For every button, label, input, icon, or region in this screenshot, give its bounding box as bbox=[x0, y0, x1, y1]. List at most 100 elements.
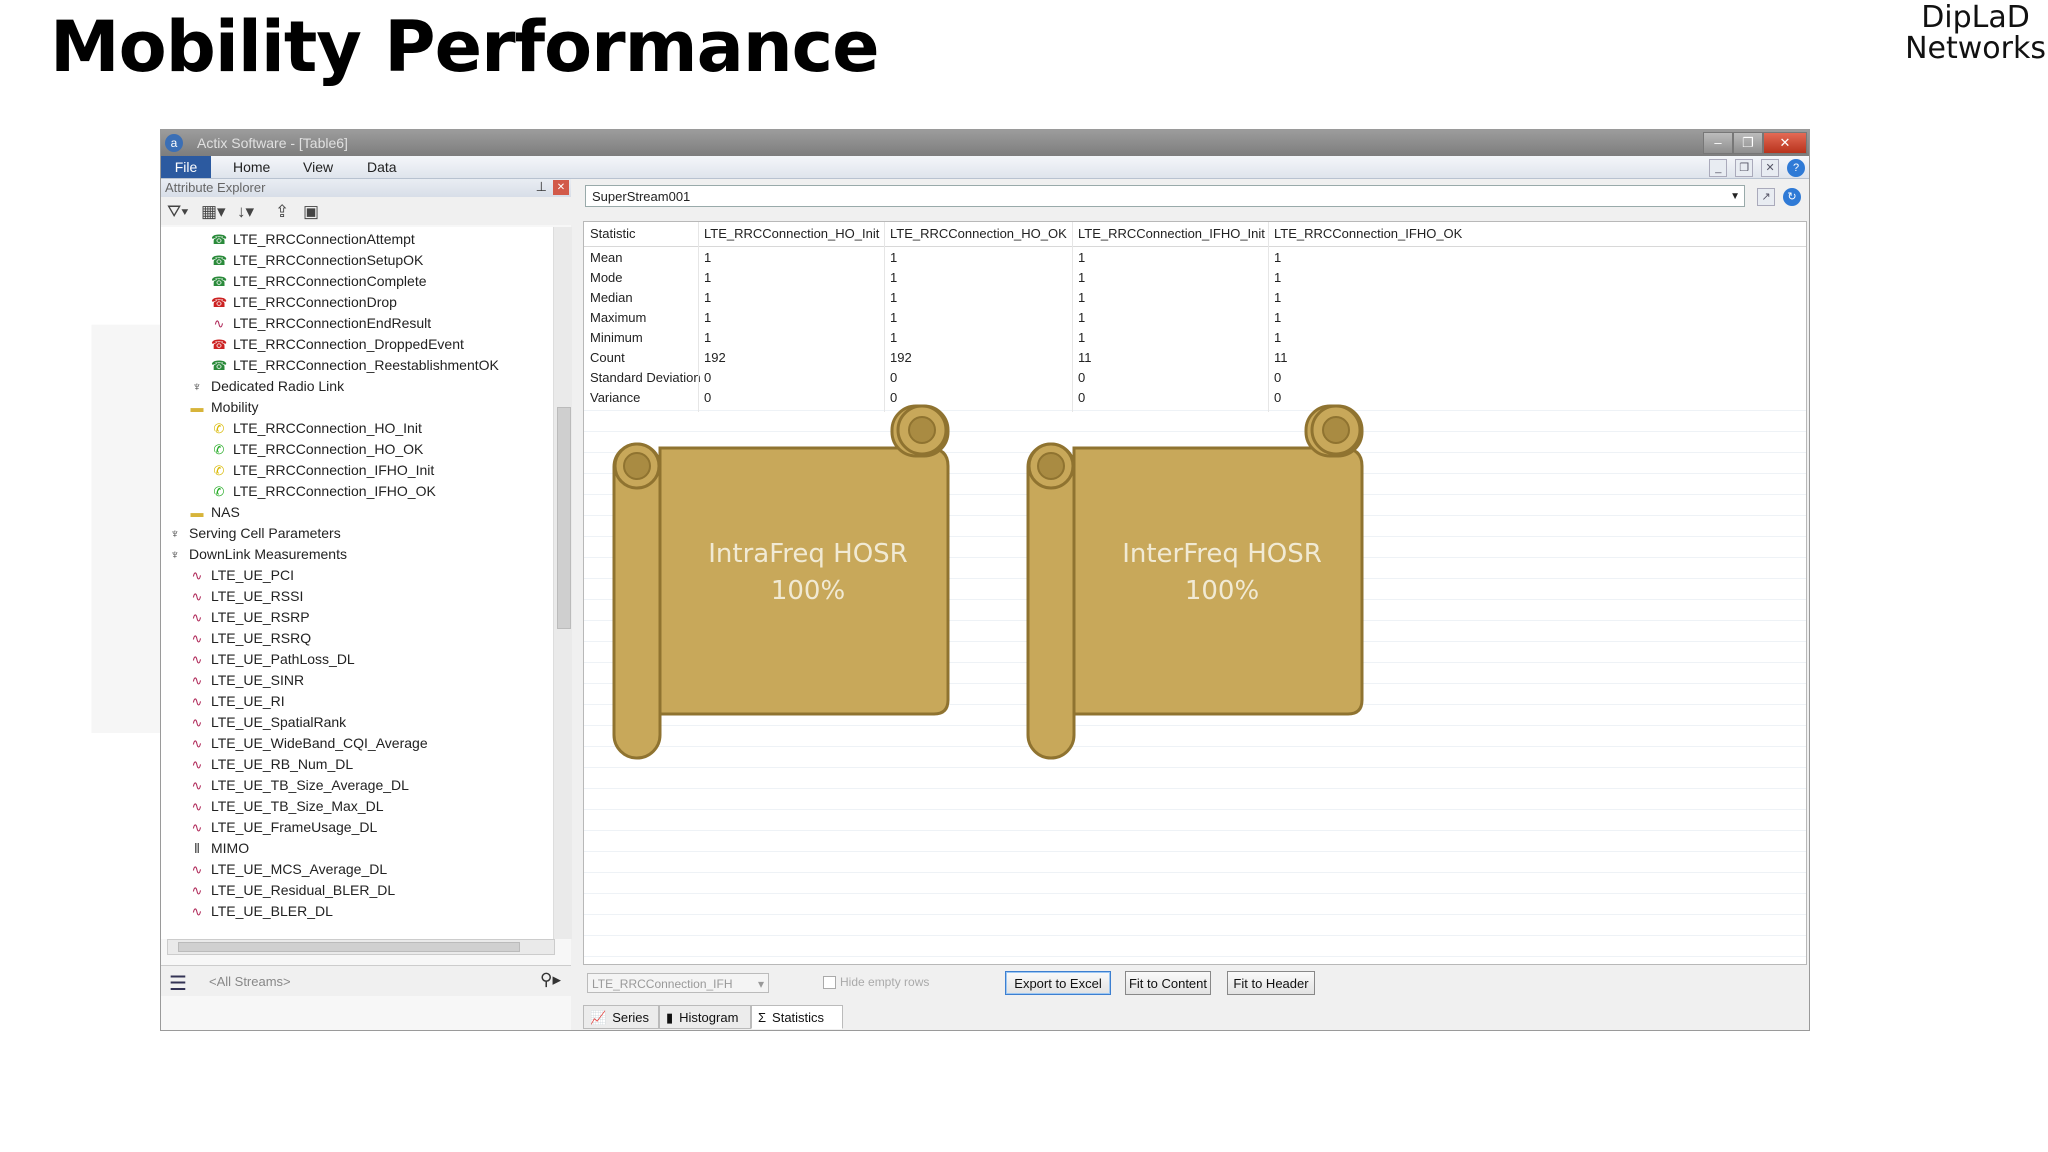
search-icon[interactable]: ⚲▸ bbox=[540, 970, 561, 990]
stream-filter-input[interactable]: <All Streams> bbox=[209, 974, 291, 989]
tree-item-label: LTE_RRCConnectionEndResult bbox=[233, 315, 432, 331]
restore-button[interactable]: ❐ bbox=[1733, 132, 1763, 154]
brand-line-2: Networks bbox=[1905, 31, 2046, 66]
tab-statistics[interactable]: Σ Statistics bbox=[751, 1005, 843, 1029]
hide-empty-rows-checkbox[interactable]: Hide empty rows bbox=[823, 975, 929, 990]
sort-down-icon[interactable]: ↓▾ bbox=[237, 202, 254, 222]
callout-text: InterFreq HOSR 100% bbox=[1082, 536, 1362, 610]
tree-item[interactable]: ∿ LTE_UE_SpatialRank bbox=[189, 712, 347, 733]
table-row[interactable]: Standard Deviation 0 0 0 0 bbox=[584, 367, 1806, 388]
list-menu-icon[interactable]: ☰ bbox=[169, 971, 187, 996]
panel-close-icon[interactable]: ✕ bbox=[553, 180, 569, 195]
tree-item[interactable]: ♆ Dedicated Radio Link bbox=[189, 376, 344, 397]
scrollbar-thumb[interactable] bbox=[557, 407, 571, 629]
tree-item[interactable]: ☎ LTE_RRCConnectionAttempt bbox=[211, 229, 415, 250]
tree-item[interactable]: ∿ LTE_UE_TB_Size_Average_DL bbox=[189, 775, 409, 796]
tree-item[interactable]: ☎ LTE_RRCConnectionComplete bbox=[211, 271, 427, 292]
tree-item-label: LTE_RRCConnection_HO_OK bbox=[233, 441, 424, 457]
column-header[interactable]: LTE_RRCConnection_IFHO_OK bbox=[1274, 222, 1462, 246]
tree-item[interactable]: ☎ LTE_RRCConnection_DroppedEvent bbox=[211, 334, 464, 355]
tree-item[interactable]: ✆ LTE_RRCConnection_IFHO_Init bbox=[211, 460, 435, 481]
table-row[interactable]: Median 1 1 1 1 bbox=[584, 287, 1806, 308]
table-row[interactable]: Maximum 1 1 1 1 bbox=[584, 307, 1806, 328]
phone-yellow-icon: ✆ bbox=[213, 463, 225, 478]
fit-to-header-button[interactable]: Fit to Header bbox=[1227, 971, 1315, 995]
tree-item[interactable]: ∿ LTE_UE_TB_Size_Max_DL bbox=[189, 796, 384, 817]
minimize-button[interactable]: – bbox=[1703, 132, 1733, 154]
tree-item[interactable]: ∿ LTE_UE_RI bbox=[189, 691, 285, 712]
tree-item[interactable]: ∿ LTE_UE_RB_Num_DL bbox=[189, 754, 354, 775]
column-header[interactable]: LTE_RRCConnection_IFHO_Init bbox=[1078, 222, 1265, 246]
tree-item[interactable]: ∿ LTE_UE_SINR bbox=[189, 670, 305, 691]
menu-data[interactable]: Data bbox=[367, 159, 397, 175]
tree-horizontal-scrollbar[interactable] bbox=[167, 939, 555, 955]
pin-icon[interactable]: ⊥ bbox=[536, 179, 547, 195]
refresh-icon[interactable]: ↻ bbox=[1783, 188, 1801, 206]
table-row[interactable]: Minimum 1 1 1 1 bbox=[584, 327, 1806, 348]
tree-item[interactable]: ∿ LTE_UE_BLER_DL bbox=[189, 901, 333, 922]
tree-item-label: LTE_UE_PCI bbox=[211, 567, 294, 583]
sigma-icon: Σ bbox=[758, 1010, 767, 1025]
row-label: Count bbox=[590, 350, 625, 365]
scrollbar-thumb[interactable] bbox=[178, 942, 520, 952]
tree-item[interactable]: ▬ NAS bbox=[189, 502, 240, 523]
tree-item[interactable]: ✆ LTE_RRCConnection_IFHO_OK bbox=[211, 481, 436, 502]
tree-item[interactable]: ✆ LTE_RRCConnection_HO_Init bbox=[211, 418, 422, 439]
menu-file[interactable]: File bbox=[161, 156, 211, 178]
column-header[interactable]: Statistic bbox=[590, 222, 636, 246]
row-label: Mode bbox=[590, 270, 623, 285]
row-label: Mean bbox=[590, 250, 623, 265]
tree-item[interactable]: ∿ LTE_UE_RSRP bbox=[189, 607, 310, 628]
tree-item[interactable]: ∿ LTE_UE_RSRQ bbox=[189, 628, 312, 649]
column-header[interactable]: LTE_RRCConnection_HO_OK bbox=[890, 222, 1067, 246]
column-select-value: LTE_RRCConnection_IFH bbox=[592, 977, 733, 991]
tree-item[interactable]: ☎ LTE_RRCConnection_ReestablishmentOK bbox=[211, 355, 499, 376]
stream-select[interactable]: SuperStream001 ▼ bbox=[585, 185, 1745, 207]
filter-icon[interactable]: ⛛▾ bbox=[167, 202, 188, 222]
tree-item[interactable]: ♆ DownLink Measurements bbox=[167, 544, 347, 565]
table-row[interactable]: Mode 1 1 1 1 bbox=[584, 267, 1806, 288]
tree-item[interactable]: ▬ Mobility bbox=[189, 397, 259, 418]
mdi-minimize-icon[interactable]: _ bbox=[1709, 159, 1728, 177]
waveform-icon: ∿ bbox=[191, 778, 203, 793]
mdi-close-icon[interactable]: ✕ bbox=[1761, 159, 1780, 177]
fit-to-content-button[interactable]: Fit to Content bbox=[1125, 971, 1211, 995]
tree-item[interactable]: ∿ LTE_UE_Residual_BLER_DL bbox=[189, 880, 396, 901]
tree-item[interactable]: ∿ LTE_UE_PathLoss_DL bbox=[189, 649, 355, 670]
chart-icon[interactable]: ↗ bbox=[1757, 188, 1776, 206]
menu-view[interactable]: View bbox=[303, 159, 333, 175]
column-select[interactable]: LTE_RRCConnection_IFH ▾ bbox=[587, 973, 769, 993]
tree-item[interactable]: ✆ LTE_RRCConnection_HO_OK bbox=[211, 439, 424, 460]
group-icon[interactable]: ▦▾ bbox=[201, 202, 226, 222]
tree-item[interactable]: ∿ LTE_UE_FrameUsage_DL bbox=[189, 817, 378, 838]
tree-item-label: DownLink Measurements bbox=[189, 546, 347, 562]
tree-item[interactable]: ⫴ MIMO bbox=[189, 838, 249, 859]
tree-vertical-scrollbar[interactable] bbox=[553, 227, 572, 939]
table-row[interactable]: Mean 1 1 1 1 bbox=[584, 247, 1806, 268]
tab-series[interactable]: 📈 Series bbox=[583, 1005, 659, 1029]
tree-item-label: NAS bbox=[211, 504, 240, 520]
menu-home[interactable]: Home bbox=[233, 159, 270, 175]
tree-item[interactable]: ∿ LTE_UE_MCS_Average_DL bbox=[189, 859, 388, 880]
export-icon[interactable]: ⇪ bbox=[275, 202, 289, 222]
table-row[interactable]: Count 192 192 11 11 bbox=[584, 347, 1806, 368]
help-icon[interactable]: ? bbox=[1787, 159, 1805, 177]
tree-item[interactable]: ∿ LTE_RRCConnectionEndResult bbox=[211, 313, 432, 334]
tree-item[interactable]: ∿ LTE_UE_WideBand_CQI_Average bbox=[189, 733, 428, 754]
tree-item[interactable]: ∿ LTE_UE_PCI bbox=[189, 565, 294, 586]
checkbox-box[interactable] bbox=[823, 976, 836, 990]
column-header[interactable]: LTE_RRCConnection_HO_Init bbox=[704, 222, 879, 246]
save-icon[interactable]: ▣ bbox=[303, 202, 319, 222]
tree-item[interactable]: ☎ LTE_RRCConnectionDrop bbox=[211, 292, 397, 313]
mdi-restore-icon[interactable]: ❐ bbox=[1735, 159, 1754, 177]
table-cell: 1 bbox=[704, 310, 712, 325]
close-button[interactable]: ✕ bbox=[1763, 132, 1807, 154]
tree-item[interactable]: ∿ LTE_UE_RSSI bbox=[189, 586, 304, 607]
tab-histogram[interactable]: ▮ Histogram bbox=[659, 1005, 751, 1029]
export-to-excel-button[interactable]: Export to Excel bbox=[1005, 971, 1111, 995]
slide-title: Mobility Performance bbox=[50, 6, 880, 88]
tree-item[interactable]: ☎ LTE_RRCConnectionSetupOK bbox=[211, 250, 423, 271]
tree-item-label: LTE_RRCConnectionSetupOK bbox=[233, 252, 424, 268]
waveform-icon: ∿ bbox=[191, 757, 203, 772]
tree-item[interactable]: ♆ Serving Cell Parameters bbox=[167, 523, 341, 544]
